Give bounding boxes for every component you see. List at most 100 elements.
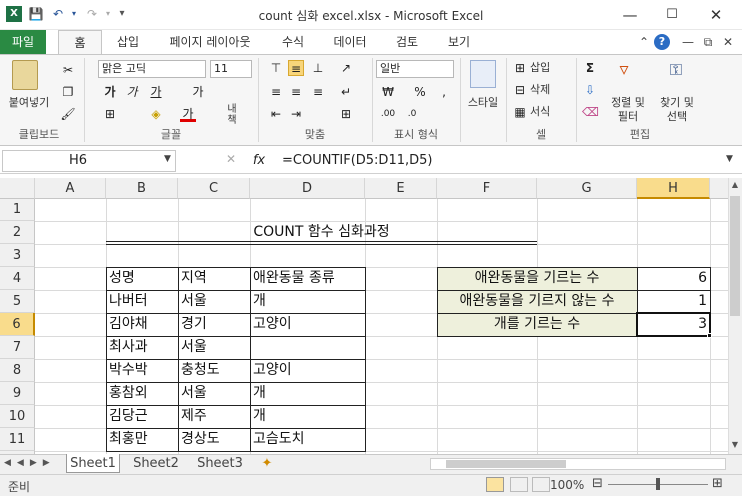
region-cell[interactable]: 서울 <box>178 382 207 405</box>
find-select-icon[interactable]: ⚿ <box>668 62 684 78</box>
scroll-thumb[interactable] <box>730 196 740 316</box>
name-cell[interactable]: 홍참외 <box>106 382 148 405</box>
sort-filter-label-2[interactable]: 필터 <box>608 110 648 124</box>
scroll-up-icon[interactable]: ▲ <box>729 180 741 192</box>
zoom-slider-thumb[interactable] <box>656 478 660 490</box>
summary-label-cell[interactable]: 개를 기르는 수 <box>437 313 637 336</box>
insert-sheet-icon[interactable]: ✦ <box>256 454 278 473</box>
find-select-label-1[interactable]: 찾기 및 <box>654 96 700 110</box>
column-header-b[interactable]: B <box>106 178 178 199</box>
row-header-11[interactable]: 11 <box>0 428 35 451</box>
delete-cells-icon[interactable]: ⊟ <box>512 82 528 98</box>
increase-indent-icon[interactable]: ⇥ <box>288 106 304 122</box>
zoom-out-icon[interactable]: ⊟ <box>592 476 603 491</box>
region-cell[interactable]: 충청도 <box>178 359 220 382</box>
zoom-level[interactable]: 100% <box>550 478 584 492</box>
row-header-10[interactable]: 10 <box>0 405 35 428</box>
minimize-button[interactable]: — <box>612 2 648 28</box>
percent-icon[interactable]: % <box>412 84 428 100</box>
sort-filter-icon[interactable]: ▿ <box>616 61 632 79</box>
border-icon[interactable]: ⊞ <box>102 106 118 122</box>
currency-icon[interactable]: ₩ <box>380 84 396 100</box>
merge-center-icon[interactable]: ⊞ <box>338 106 354 122</box>
row-header-4[interactable]: 4 <box>0 267 35 290</box>
tab-data[interactable]: 데이터 <box>324 30 376 54</box>
align-top-icon[interactable]: ⊤ <box>268 60 284 76</box>
sheet-tab-2[interactable]: Sheet2 <box>126 454 186 473</box>
sheet-tab-3[interactable]: Sheet3 <box>190 454 250 473</box>
name-cell[interactable]: 최홍만 <box>106 428 148 451</box>
summary-value-cell[interactable]: 6 <box>637 267 710 290</box>
name-cell[interactable]: 나버터 <box>106 290 148 313</box>
horizontal-scroll-thumb[interactable] <box>446 460 566 468</box>
pet-cell[interactable]: 개 <box>250 382 266 405</box>
row-header-9[interactable]: 9 <box>0 382 35 405</box>
phonetic-button[interactable]: 내 책 <box>220 104 244 126</box>
summary-label-cell[interactable]: 애완동물을 기르는 수 <box>437 267 637 290</box>
workbook-close-icon[interactable]: ✕ <box>720 34 736 50</box>
active-cell-selection[interactable] <box>636 312 711 337</box>
clear-icon[interactable]: ⌫ <box>582 104 599 120</box>
region-cell[interactable]: 경기 <box>178 313 207 336</box>
tab-home[interactable]: 홈 <box>58 30 102 55</box>
zoom-in-icon[interactable]: ⊞ <box>712 476 723 491</box>
sheet-nav-icons[interactable]: ◀◀▶▶ <box>4 458 56 468</box>
column-header-h[interactable]: H <box>637 178 710 199</box>
header-name-cell[interactable]: 성명 <box>106 267 135 290</box>
row-header-6[interactable]: 6 <box>0 313 35 336</box>
region-cell[interactable]: 경상도 <box>178 428 220 451</box>
pet-cell[interactable]: 개 <box>250 290 266 313</box>
name-cell[interactable]: 김야채 <box>106 313 148 336</box>
increase-decimal-icon[interactable]: .00 <box>380 106 396 122</box>
name-cell[interactable]: 최사과 <box>106 336 148 359</box>
select-all-corner[interactable] <box>0 178 35 199</box>
row-header-1[interactable]: 1 <box>0 199 35 221</box>
format-cells-icon[interactable]: ▦ <box>512 104 528 120</box>
worksheet-grid[interactable]: A B C D E F G H 1 2 3 4 5 6 7 8 9 10 11 … <box>0 178 728 454</box>
bold-icon[interactable]: 가 <box>102 84 118 100</box>
column-header-next[interactable] <box>710 178 728 199</box>
tab-file[interactable]: 파일 <box>0 30 46 54</box>
font-size-combo[interactable]: 11 <box>210 60 252 78</box>
tab-insert[interactable]: 삽입 <box>108 30 148 54</box>
row-header-5[interactable]: 5 <box>0 290 35 313</box>
row-header-7[interactable]: 7 <box>0 336 35 359</box>
normal-view-icon[interactable] <box>486 477 504 492</box>
decrease-decimal-icon[interactable]: .0 <box>404 106 420 122</box>
comma-icon[interactable]: , <box>436 84 452 100</box>
insert-cells-button[interactable]: 삽입 <box>530 61 558 75</box>
delete-cells-button[interactable]: 삭제 <box>530 83 558 97</box>
region-cell[interactable]: 제주 <box>178 405 207 428</box>
name-cell[interactable]: 김당근 <box>106 405 148 428</box>
pet-cell[interactable]: 개 <box>250 405 266 428</box>
region-cell[interactable]: 서울 <box>178 336 207 359</box>
insert-cells-icon[interactable]: ⊞ <box>512 60 528 76</box>
close-button[interactable]: ✕ <box>698 2 734 28</box>
tab-review[interactable]: 검토 <box>386 30 428 54</box>
format-cells-button[interactable]: 서식 <box>530 105 558 119</box>
column-header-f[interactable]: F <box>437 178 537 199</box>
align-bottom-icon[interactable]: ⊥ <box>310 60 326 76</box>
row-header-3[interactable]: 3 <box>0 244 35 267</box>
styles-icon[interactable] <box>470 60 496 88</box>
page-layout-view-icon[interactable] <box>510 477 528 492</box>
name-box-dropdown-icon[interactable]: ▼ <box>164 154 171 164</box>
expand-formula-icon[interactable]: ▼ <box>726 154 733 164</box>
decrease-indent-icon[interactable]: ⇤ <box>268 106 284 122</box>
workbook-minimize-icon[interactable]: — <box>680 34 696 50</box>
align-left-icon[interactable]: ≡ <box>268 84 284 100</box>
scroll-down-icon[interactable]: ▼ <box>729 440 741 452</box>
header-region-cell[interactable]: 지역 <box>178 267 207 290</box>
pet-cell[interactable]: 고양이 <box>250 313 292 336</box>
align-center-icon[interactable]: ≡ <box>288 84 304 100</box>
summary-value-cell[interactable]: 1 <box>637 290 710 313</box>
name-box[interactable]: H6 <box>2 150 176 172</box>
minimize-ribbon-icon[interactable]: ⌃ <box>636 34 652 50</box>
help-icon[interactable]: ? <box>654 34 670 50</box>
pet-cell[interactable]: 고양이 <box>250 359 292 382</box>
autosum-icon[interactable]: Σ <box>582 60 598 76</box>
paste-icon[interactable] <box>12 60 38 90</box>
tab-page-layout[interactable]: 페이지 레이아웃 <box>158 30 262 54</box>
align-right-icon[interactable]: ≡ <box>310 84 326 100</box>
fill-handle[interactable] <box>707 333 712 338</box>
